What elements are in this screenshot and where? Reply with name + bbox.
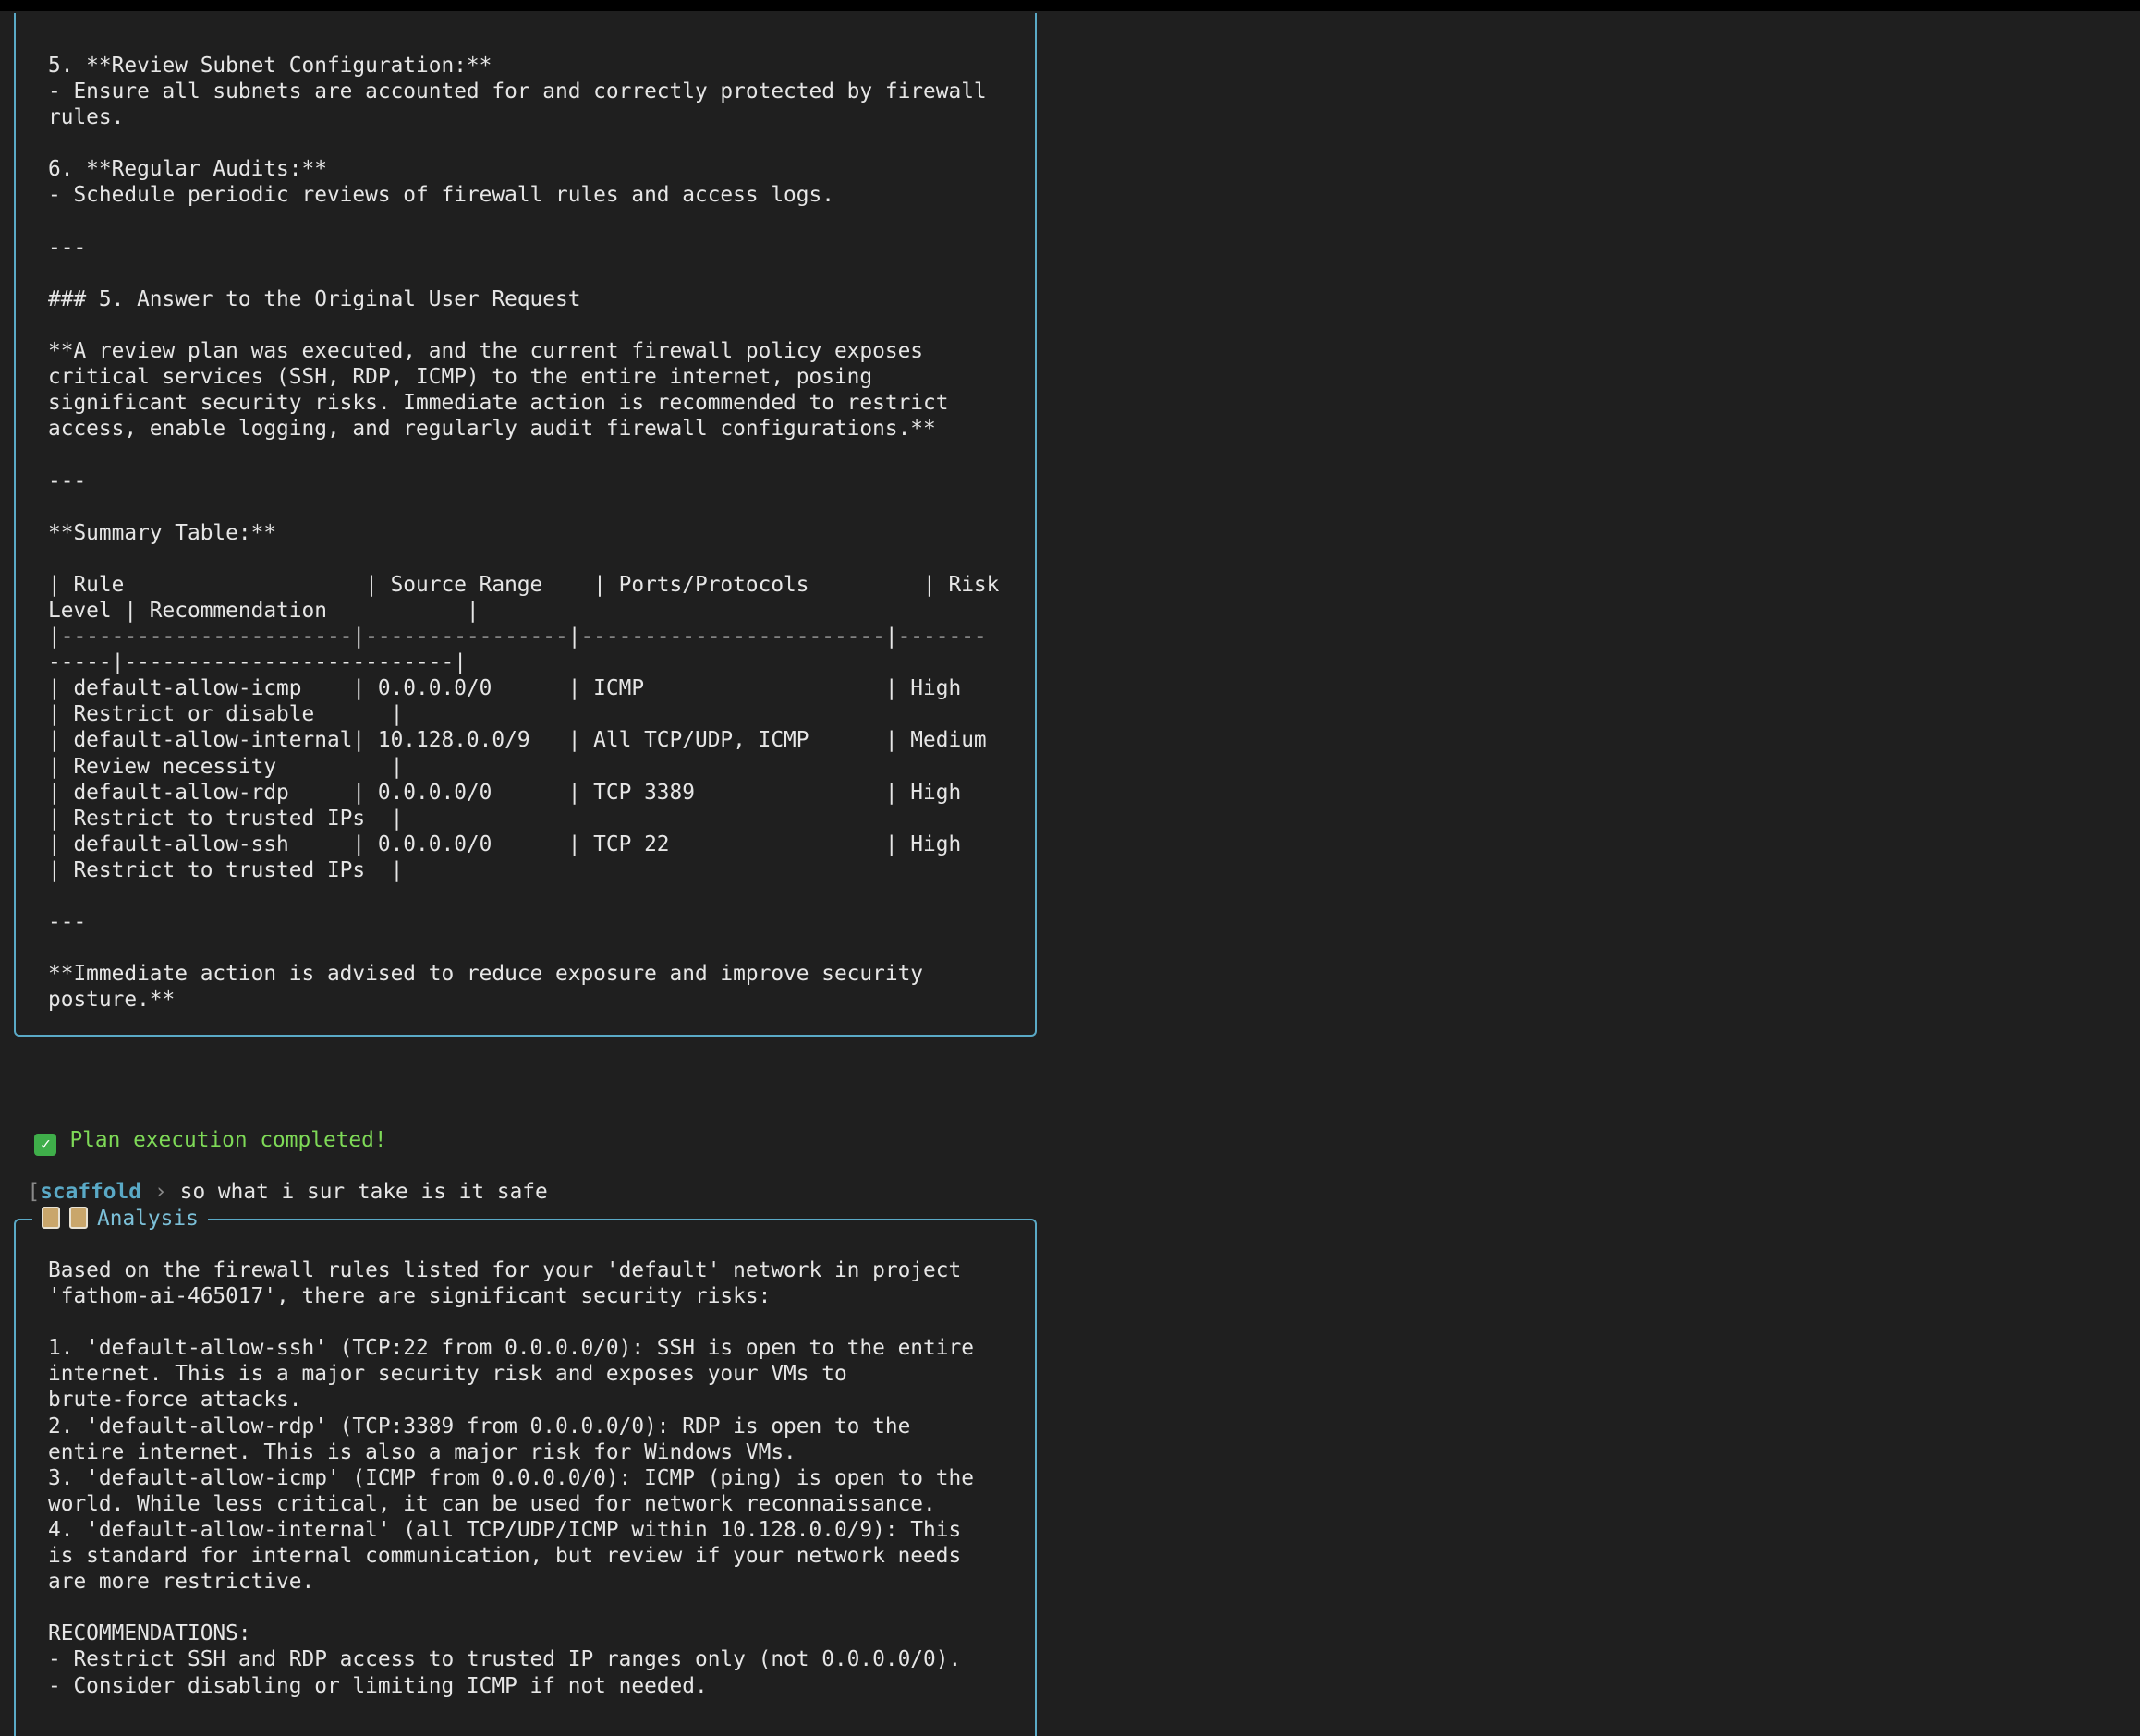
analysis-panel: Analysis Based on the firewall rules lis… <box>14 1206 1037 1736</box>
status-text: Plan execution completed! <box>69 1128 387 1153</box>
plan-output-panel: 5. **Review Subnet Configuration:** - En… <box>14 13 1037 1037</box>
clipboard-icon <box>42 1207 60 1229</box>
prompt-name: scaffold <box>40 1180 141 1205</box>
clipboard-icon <box>69 1207 88 1229</box>
prompt-bracket: [ <box>27 1180 41 1205</box>
plan-status: ✓ Plan execution completed! <box>9 1101 387 1157</box>
analysis-text: Based on the firewall rules listed for y… <box>48 1258 974 1698</box>
plan-output-text: 5. **Review Subnet Configuration:** - En… <box>48 54 1000 1013</box>
command-prompt[interactable]: [scaffold › so what i sur take is it safe <box>2 1153 548 1205</box>
analysis-title: Analysis <box>97 1207 199 1231</box>
analysis-panel-header: Analysis <box>32 1206 208 1232</box>
chevron-right-icon: › <box>154 1180 167 1205</box>
terminal-top-bar <box>0 0 2140 11</box>
prompt-input[interactable]: so what i sur take is it safe <box>180 1180 548 1204</box>
